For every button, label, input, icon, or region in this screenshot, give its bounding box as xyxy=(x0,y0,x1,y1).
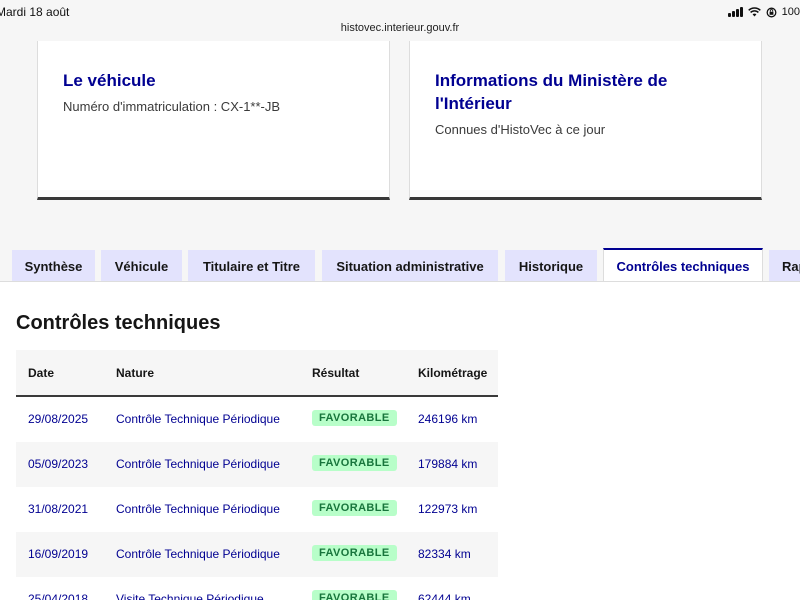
row-mileage: 82334 km xyxy=(418,547,471,561)
page-content: Le véhicule Numéro d'immatriculation : C… xyxy=(0,41,800,600)
battery-percentage: 100 xyxy=(781,6,800,18)
row-date: 05/09/2023 xyxy=(28,457,89,471)
result-badge: FAVORABLE xyxy=(312,545,397,561)
result-badge: FAVORABLE xyxy=(312,500,397,516)
vehicle-card-title: Le véhicule xyxy=(63,71,156,90)
row-mileage: 246196 km xyxy=(418,412,478,426)
url-text[interactable]: histovec.interieur.gouv.fr xyxy=(341,22,459,34)
registration-number: Numéro d'immatriculation : CX-1**-JB xyxy=(63,99,281,114)
technical-checks-panel: Contrôles techniques Date Nature Résulta… xyxy=(0,281,800,600)
row-date: 29/08/2025 xyxy=(28,412,89,426)
tab-situation-administrative[interactable]: Situation administrative xyxy=(322,250,498,282)
column-header-mileage: Kilométrage xyxy=(418,366,488,380)
row-nature: Contrôle Technique Périodique xyxy=(116,412,280,426)
table-row: 16/09/2019 Contrôle Technique Périodique… xyxy=(16,532,498,577)
table-row: 29/08/2025 Contrôle Technique Périodique… xyxy=(16,397,498,442)
tab-synthese[interactable]: Synthèse xyxy=(12,250,95,282)
status-date: Mardi 18 août xyxy=(0,5,70,19)
table-row: 05/09/2023 Contrôle Technique Périodique… xyxy=(16,442,498,487)
technical-checks-table: Date Nature Résultat Kilométrage 29/08/2… xyxy=(16,350,498,600)
address-bar[interactable]: histovec.interieur.gouv.fr xyxy=(0,22,800,40)
section-title: Contrôles techniques xyxy=(16,312,221,334)
row-date: 16/09/2019 xyxy=(28,547,89,561)
tab-historique[interactable]: Historique xyxy=(505,250,597,282)
status-bar: Mardi 18 août 100 xyxy=(0,0,800,24)
row-mileage: 62444 km xyxy=(418,592,471,600)
row-nature: Visite Technique Périodique xyxy=(116,592,264,600)
table-row: 31/08/2021 Contrôle Technique Périodique… xyxy=(16,487,498,532)
tab-controles-techniques[interactable]: Contrôles techniques xyxy=(603,248,763,282)
column-header-date: Date xyxy=(28,366,55,380)
row-mileage: 179884 km xyxy=(418,457,478,471)
row-date: 25/04/2018 xyxy=(28,592,89,600)
row-nature: Contrôle Technique Périodique xyxy=(116,547,280,561)
ministry-card-subtitle: Connues d'HistoVec à ce jour xyxy=(435,122,606,137)
tab-rapport[interactable]: Rap xyxy=(769,250,800,282)
tab-bar: Synthèse Véhicule Titulaire et Titre Sit… xyxy=(0,248,800,282)
status-indicators: 100 xyxy=(727,4,800,20)
table-header: Date Nature Résultat Kilométrage xyxy=(16,350,498,397)
ministry-card-title: Informations du Ministère de l'Intérieur xyxy=(435,71,668,113)
result-badge: FAVORABLE xyxy=(312,410,397,426)
row-date: 31/08/2021 xyxy=(28,502,89,516)
rotation-lock-icon xyxy=(766,7,777,18)
tab-titulaire-titre[interactable]: Titulaire et Titre xyxy=(188,250,315,282)
table-row: 25/04/2018 Visite Technique Périodique F… xyxy=(16,577,498,600)
tab-vehicule[interactable]: Véhicule xyxy=(101,250,182,282)
column-header-nature: Nature xyxy=(116,366,155,380)
ministry-card: Informations du Ministère de l'Intérieur… xyxy=(409,41,762,200)
wifi-icon xyxy=(747,7,761,17)
row-mileage: 122973 km xyxy=(418,502,478,516)
column-header-result: Résultat xyxy=(312,366,360,380)
cellular-signal-icon xyxy=(727,7,743,17)
row-nature: Contrôle Technique Périodique xyxy=(116,457,280,471)
result-badge: FAVORABLE xyxy=(312,590,397,600)
row-nature: Contrôle Technique Périodique xyxy=(116,502,280,516)
result-badge: FAVORABLE xyxy=(312,455,397,471)
vehicle-card: Le véhicule Numéro d'immatriculation : C… xyxy=(37,41,390,200)
